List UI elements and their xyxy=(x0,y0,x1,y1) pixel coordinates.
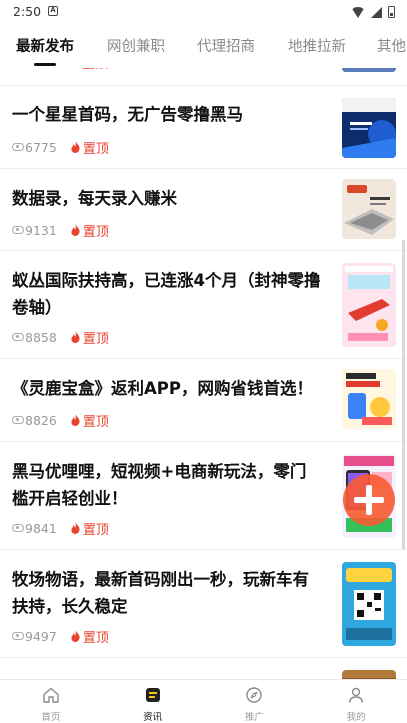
fire-icon xyxy=(71,414,80,426)
article-feed[interactable]: 置顶 一个星星首码，无广告零撸黑马 6775 置顶 数据录，每天录入赚米 xyxy=(0,68,407,679)
eye-icon xyxy=(12,226,24,234)
item-thumbnail[interactable] xyxy=(342,98,396,158)
list-item[interactable]: 一个星星首码，无广告零撸黑马 6775 置顶 xyxy=(0,85,407,168)
item-meta: 9841 置顶 xyxy=(12,520,109,538)
list-item[interactable] xyxy=(0,657,407,679)
tab-other[interactable]: 其他 xyxy=(377,35,406,56)
item-meta: 8826 置顶 xyxy=(12,412,109,430)
battery-icon xyxy=(388,6,395,18)
status-time: 2:50 xyxy=(13,4,42,19)
pinned-label: 置顶 xyxy=(82,68,108,72)
pinned-label: 置顶 xyxy=(82,141,109,157)
news-icon xyxy=(145,688,160,702)
feed-scrollbar[interactable] xyxy=(402,240,405,550)
tab-ground-promotion[interactable]: 地推拉新 xyxy=(288,35,346,56)
pinned-label: 置顶 xyxy=(82,331,109,347)
eye-icon xyxy=(12,524,24,532)
item-meta: 6775 置顶 xyxy=(12,139,109,157)
item-title[interactable]: 《灵鹿宝盒》返利APP，网购省钱首选！ xyxy=(12,375,322,402)
nav-news[interactable]: 资讯 xyxy=(102,680,204,723)
view-count: 9497 xyxy=(25,628,57,644)
nav-profile-label: 我的 xyxy=(346,712,366,723)
item-title[interactable]: 蚁丛国际扶持高，已连涨4个月（封神零撸卷轴） xyxy=(12,267,322,321)
tab-online-jobs[interactable]: 网创兼职 xyxy=(107,35,165,56)
item-thumbnail[interactable] xyxy=(342,179,396,239)
fire-icon xyxy=(71,522,80,534)
item-meta: 置顶 xyxy=(56,68,108,72)
nav-promotion[interactable]: 推广 xyxy=(204,680,306,723)
nav-profile[interactable]: 我的 xyxy=(305,680,407,723)
fire-icon xyxy=(71,630,80,642)
cellular-icon xyxy=(371,6,382,18)
nav-home-label: 首页 xyxy=(41,712,61,723)
view-count: 9841 xyxy=(25,520,57,536)
view-count: 8858 xyxy=(25,329,57,345)
a-square-icon: A xyxy=(48,6,58,16)
list-item[interactable]: 《灵鹿宝盒》返利APP，网购省钱首选！ 8826 置顶 xyxy=(0,358,407,441)
item-meta: 9131 置顶 xyxy=(12,222,109,240)
status-bar: 2:50 A xyxy=(0,0,407,24)
item-thumbnail xyxy=(342,670,396,679)
item-meta: 9497 置顶 xyxy=(12,628,109,646)
eye-icon xyxy=(12,333,24,341)
item-title[interactable]: 数据录，每天录入赚米 xyxy=(12,185,322,212)
pinned-label: 置顶 xyxy=(82,522,109,538)
compass-icon xyxy=(246,687,263,703)
list-item[interactable]: 牧场物语，最新首码刚出一秒，玩新车有扶持，长久稳定 9497 置顶 xyxy=(0,549,407,657)
view-count: 9131 xyxy=(25,222,57,238)
fire-icon xyxy=(71,141,80,153)
nav-promotion-label: 推广 xyxy=(244,712,264,723)
item-thumbnail xyxy=(342,68,396,72)
fire-icon xyxy=(71,331,80,343)
tab-latest[interactable]: 最新发布 xyxy=(16,35,74,56)
active-tab-indicator xyxy=(34,63,56,66)
item-thumbnail[interactable] xyxy=(342,369,396,429)
fire-icon xyxy=(71,224,80,236)
nav-news-label: 资讯 xyxy=(143,712,163,723)
eye-icon xyxy=(12,632,24,640)
eye-icon xyxy=(12,143,24,151)
status-icons xyxy=(351,4,395,20)
pinned-label: 置顶 xyxy=(82,224,109,240)
nav-home[interactable]: 首页 xyxy=(0,680,102,723)
item-thumbnail[interactable] xyxy=(342,263,396,347)
item-thumbnail[interactable] xyxy=(342,562,396,646)
view-count: 6775 xyxy=(25,139,57,155)
item-meta: 8858 置顶 xyxy=(12,329,109,347)
list-item[interactable]: 蚁丛国际扶持高，已连涨4个月（封神零撸卷轴） 8858 置顶 xyxy=(0,250,407,358)
user-icon xyxy=(348,687,364,703)
add-post-button[interactable] xyxy=(343,474,395,526)
view-count: 8826 xyxy=(25,412,57,428)
eye-icon xyxy=(12,416,24,424)
home-icon xyxy=(43,687,59,703)
pinned-label: 置顶 xyxy=(82,630,109,646)
item-title[interactable]: 牧场物语，最新首码刚出一秒，玩新车有扶持，长久稳定 xyxy=(12,566,322,620)
item-title[interactable]: 一个星星首码，无广告零撸黑马 xyxy=(12,101,322,128)
bottom-navigation: 首页 资讯 推广 我的 xyxy=(0,679,407,723)
category-tabs: 最新发布 网创兼职 代理招商 地推拉新 其他 xyxy=(0,24,407,68)
list-item[interactable]: 数据录，每天录入赚米 9131 置顶 xyxy=(0,168,407,250)
wifi-icon xyxy=(351,6,365,18)
pinned-label: 置顶 xyxy=(82,414,109,430)
list-item[interactable]: 置顶 xyxy=(0,68,407,85)
item-title[interactable]: 黑马优哩哩，短视频+电商新玩法，零门槛开启轻创业！ xyxy=(12,458,322,512)
tab-agent-recruitment[interactable]: 代理招商 xyxy=(197,35,255,56)
